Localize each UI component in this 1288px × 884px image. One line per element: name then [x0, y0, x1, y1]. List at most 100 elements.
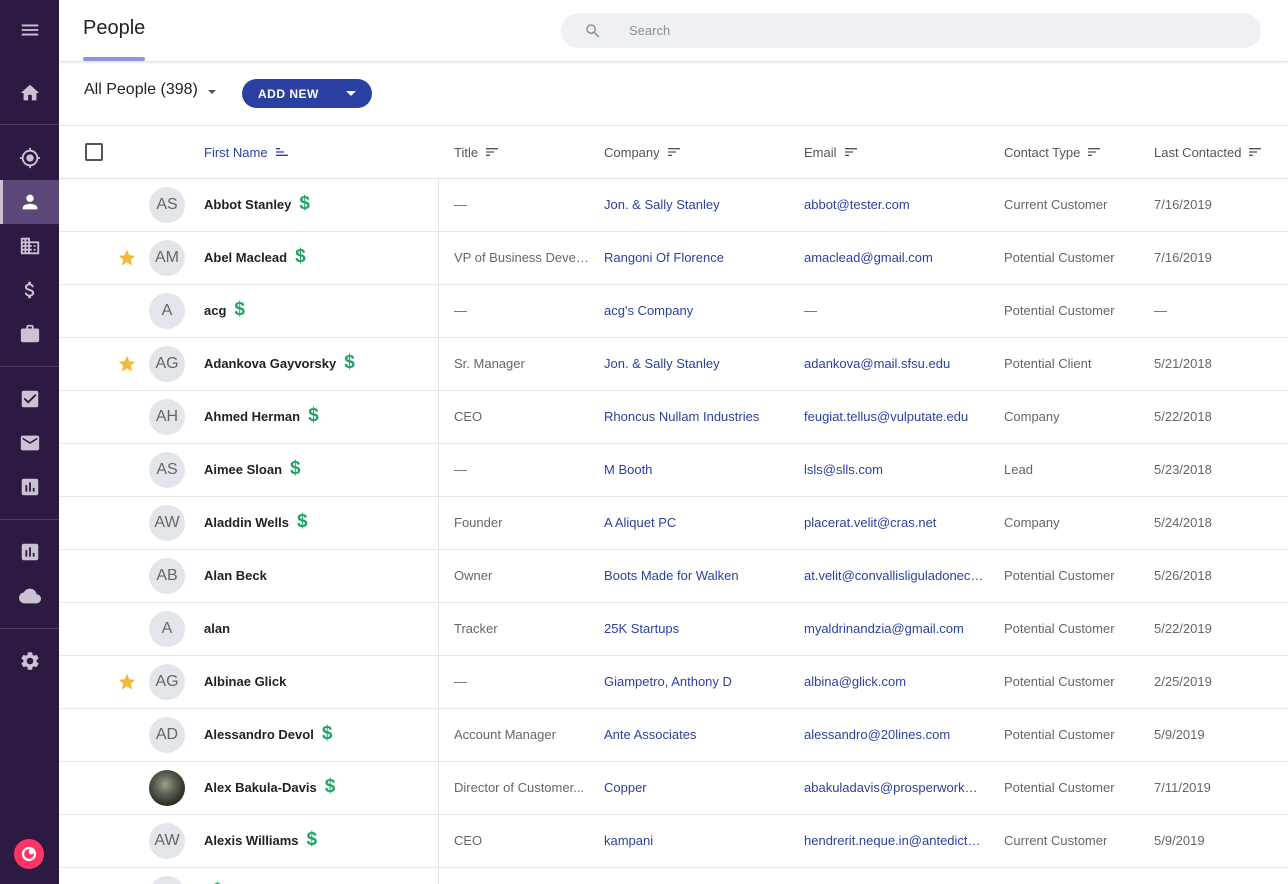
- table-row[interactable]: Alex Bakula-Davis $ Director of Customer..…: [59, 762, 1288, 815]
- email-icon[interactable]: [0, 421, 59, 465]
- menu-icon[interactable]: [0, 8, 59, 52]
- home-icon[interactable]: [0, 71, 59, 115]
- column-header-title[interactable]: Title: [454, 144, 500, 160]
- opportunity-dollar-icon: $: [324, 775, 336, 797]
- dashboard-icon[interactable]: [0, 530, 59, 574]
- last-contacted-cell: 5/21/2018: [1154, 356, 1212, 371]
- table-row[interactable]: AH Ahmed Herman $ CEO Rhoncus Nullam Industr…: [59, 391, 1288, 444]
- company-link[interactable]: Jon. & Sally Stanley: [604, 356, 789, 371]
- last-contacted-cell: 7/16/2019: [1154, 250, 1212, 265]
- people-icon[interactable]: [0, 180, 59, 224]
- person-name-link[interactable]: Alex Bakula-Davis: [204, 780, 317, 795]
- table-row[interactable]: AB Alan Beck Owner Boots Made for Walken at.…: [59, 550, 1288, 603]
- company-link[interactable]: Giampetro, Anthony D: [604, 674, 789, 689]
- person-name-link[interactable]: Alessandro Devol: [204, 727, 314, 742]
- table-row[interactable]: AC$: [59, 868, 1288, 884]
- settings-icon[interactable]: [0, 639, 59, 683]
- table-row[interactable]: AW Alexis Williams $ CEO kampani hendrerit.ne…: [59, 815, 1288, 868]
- sidebar-divider: [0, 519, 59, 520]
- email-link[interactable]: amaclead@gmail.com: [804, 250, 984, 265]
- leads-target-icon[interactable]: [0, 136, 59, 180]
- company-link[interactable]: Rhoncus Nullam Industries: [604, 409, 789, 424]
- email-link[interactable]: abbot@tester.com: [804, 197, 984, 212]
- add-new-dropdown-icon[interactable]: [346, 91, 356, 96]
- company-link[interactable]: M Booth: [604, 462, 789, 477]
- company-link[interactable]: Copper: [604, 780, 789, 795]
- opportunity-dollar-icon: $: [344, 351, 355, 373]
- email-link[interactable]: adankova@mail.sfsu.edu: [804, 356, 984, 371]
- person-name-link[interactable]: acg: [204, 303, 226, 318]
- table-row[interactable]: AM Abel Maclead $ VP of Business Devel... Ra…: [59, 232, 1288, 285]
- company-link[interactable]: Jon. & Sally Stanley: [604, 197, 789, 212]
- star-icon[interactable]: [117, 354, 137, 374]
- email-link[interactable]: lsls@slls.com: [804, 462, 984, 477]
- person-name-link[interactable]: Ahmed Herman: [204, 409, 300, 424]
- copper-logo-icon[interactable]: [14, 839, 44, 869]
- opportunities-dollar-icon[interactable]: [0, 268, 59, 312]
- person-name-link[interactable]: Aladdin Wells: [204, 515, 289, 530]
- email-link[interactable]: myaldrinandzia@gmail.com: [804, 621, 984, 636]
- person-name-link[interactable]: alan: [204, 621, 230, 636]
- table-row[interactable]: AG Albinae Glick — Giampetro, Anthony D albi…: [59, 656, 1288, 709]
- email-link[interactable]: hendrerit.neque.in@antedictu...: [804, 833, 984, 848]
- person-name-link[interactable]: Aimee Sloan: [204, 462, 282, 477]
- company-link[interactable]: Boots Made for Walken: [604, 568, 789, 583]
- column-label: Title: [454, 144, 479, 160]
- table-row[interactable]: AG Adankova Gayvorsky $ Sr. Manager Jon. & S…: [59, 338, 1288, 391]
- person-name-link[interactable]: Alan Beck: [204, 568, 267, 583]
- view-selector[interactable]: All People (398): [84, 81, 216, 99]
- last-contacted-cell: 5/22/2019: [1154, 621, 1212, 636]
- email-link[interactable]: abakuladavis@prosperworks....: [804, 780, 984, 795]
- company-link[interactable]: acg's Company: [604, 303, 789, 318]
- add-new-button[interactable]: ADD NEW: [242, 79, 372, 108]
- person-name-link[interactable]: Adankova Gayvorsky: [204, 356, 336, 371]
- avatar: A: [149, 293, 185, 329]
- email-link[interactable]: albina@glick.com: [804, 674, 984, 689]
- avatar: AM: [149, 240, 185, 276]
- tasks-icon[interactable]: [0, 377, 59, 421]
- column-header-company[interactable]: Company: [604, 144, 682, 160]
- avatar: AW: [149, 823, 185, 859]
- company-link[interactable]: kampani: [604, 833, 789, 848]
- table-row[interactable]: Aalan Tracker 25K Startups myaldrinandzia@g…: [59, 603, 1288, 656]
- column-header-first-name[interactable]: First Name: [204, 144, 290, 160]
- column-divider: [438, 709, 439, 762]
- name-cell: Abel Maclead $: [204, 247, 306, 266]
- last-contacted-cell: 5/23/2018: [1154, 462, 1212, 477]
- column-header-contact-type[interactable]: Contact Type: [1004, 144, 1102, 160]
- contact-type-cell: Lead: [1004, 462, 1033, 477]
- search-placeholder: Search: [629, 23, 671, 38]
- column-header-last-contacted[interactable]: Last Contacted: [1154, 144, 1263, 160]
- cloud-icon[interactable]: [0, 574, 59, 618]
- table-row[interactable]: AS Aimee Sloan $ — M Booth lsls@slls.com Lead 5…: [59, 444, 1288, 497]
- star-icon[interactable]: [117, 248, 137, 268]
- column-label: First Name: [204, 144, 268, 160]
- table-row[interactable]: AS Abbot Stanley $ — Jon. & Sally Stanley abb…: [59, 179, 1288, 232]
- table-row[interactable]: AD Alessandro Devol $ Account Manager Ante A…: [59, 709, 1288, 762]
- companies-icon[interactable]: [0, 224, 59, 268]
- contact-type-cell: Potential Customer: [1004, 250, 1115, 265]
- column-header-email[interactable]: Email: [804, 144, 859, 160]
- reports-icon[interactable]: [0, 465, 59, 509]
- projects-briefcase-icon[interactable]: [0, 312, 59, 356]
- column-divider: [438, 868, 439, 884]
- table-row[interactable]: Aacg $ — acg's Company — Potential Customer —: [59, 285, 1288, 338]
- company-link[interactable]: Ante Associates: [604, 727, 789, 742]
- email-link[interactable]: placerat.velit@cras.net: [804, 515, 984, 530]
- company-link[interactable]: A Aliquet PC: [604, 515, 789, 530]
- column-divider: [438, 444, 439, 497]
- person-name-link[interactable]: Abel Maclead: [204, 250, 287, 265]
- person-name-link[interactable]: Alexis Williams: [204, 833, 299, 848]
- star-icon[interactable]: [117, 672, 137, 692]
- opportunity-dollar-icon: $: [297, 510, 308, 532]
- email-link[interactable]: alessandro@20lines.com: [804, 727, 984, 742]
- person-name-link[interactable]: Abbot Stanley: [204, 197, 291, 212]
- select-all-checkbox[interactable]: [85, 143, 103, 161]
- table-row[interactable]: AW Aladdin Wells $ Founder A Aliquet PC place…: [59, 497, 1288, 550]
- person-name-link[interactable]: Albinae Glick: [204, 674, 286, 689]
- email-link[interactable]: feugiat.tellus@vulputate.edu: [804, 409, 984, 424]
- email-link[interactable]: at.velit@convallisliguladonec....: [804, 568, 984, 583]
- company-link[interactable]: Rangoni Of Florence: [604, 250, 789, 265]
- company-link[interactable]: 25K Startups: [604, 621, 789, 636]
- search-input[interactable]: Search: [561, 13, 1261, 48]
